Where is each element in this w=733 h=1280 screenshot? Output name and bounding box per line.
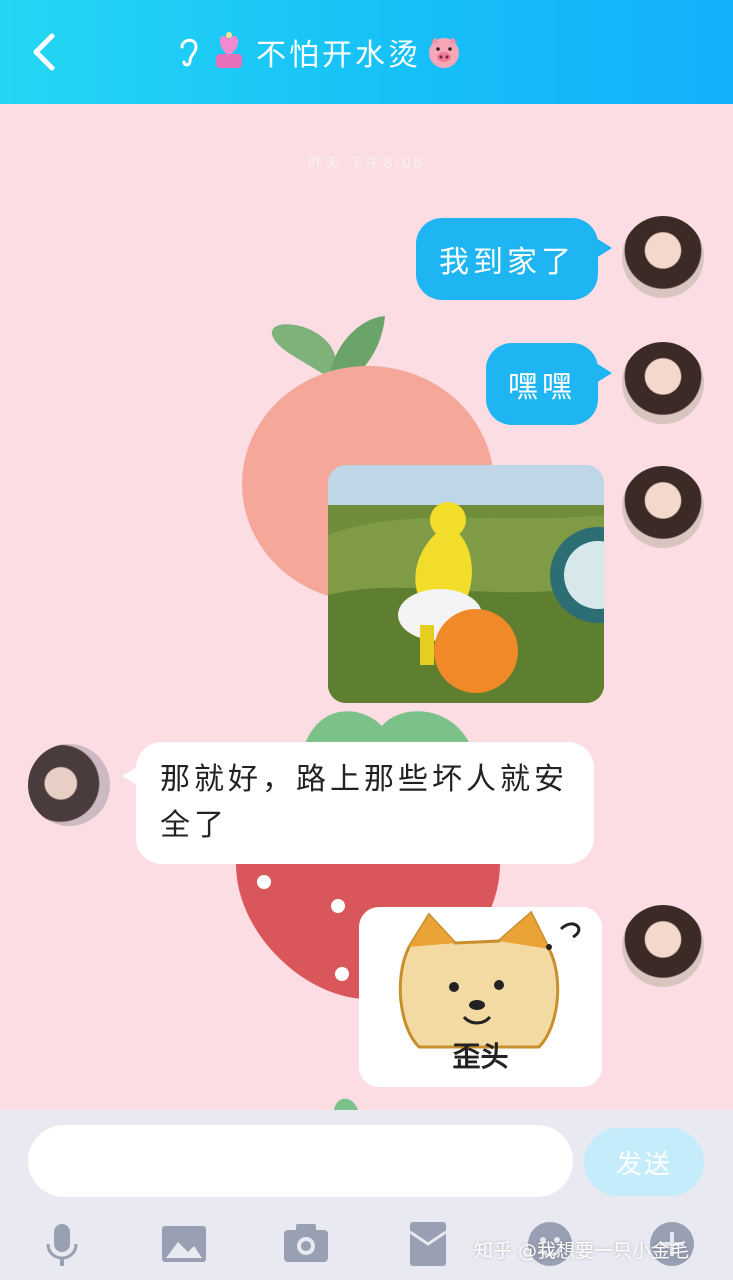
zhihu-watermark: 知乎 @我想要一只小金毛 — [474, 1240, 690, 1262]
bubble-tail — [596, 238, 612, 258]
camera-icon[interactable] — [280, 1218, 332, 1270]
sent-image-message[interactable] — [328, 465, 604, 703]
sticker-caption: 歪头 — [452, 1040, 509, 1073]
chat-title: 不怕开水烫 — [176, 28, 463, 76]
send-button[interactable]: 发送 — [584, 1128, 704, 1196]
chat-header: 不怕开水烫 — [0, 0, 733, 104]
message-input[interactable] — [28, 1125, 573, 1197]
bubble-tail — [596, 363, 612, 383]
back-icon[interactable] — [22, 28, 66, 76]
sent-message-bubble[interactable]: 我到家了 — [416, 218, 598, 300]
red-packet-icon[interactable] — [402, 1218, 454, 1270]
contact-avatar[interactable] — [28, 744, 110, 826]
sent-message-bubble[interactable]: 嘿嘿 — [486, 343, 598, 425]
message-timestamp: 昨天 下午8:06 — [308, 154, 425, 172]
sent-sticker-message[interactable]: 歪头 — [359, 907, 602, 1087]
teletubby-image — [328, 465, 604, 703]
heart-trophy-icon — [216, 32, 242, 68]
ear-icon — [180, 38, 198, 67]
message-text: 嘿嘿 — [508, 370, 576, 405]
microphone-icon[interactable] — [36, 1218, 88, 1270]
self-avatar[interactable] — [622, 342, 704, 424]
message-text: 那就好，路上那些坏人就安全了 — [160, 762, 568, 843]
received-message-bubble[interactable]: 那就好，路上那些坏人就安全了 — [136, 742, 594, 864]
pig-face-icon — [429, 37, 459, 68]
image-icon[interactable] — [158, 1218, 210, 1270]
chat-area[interactable]: 昨天 下午8:06 我到家了 嘿嘿 那就好，路上那些坏人就安全了 歪头 — [0, 104, 733, 1110]
message-text: 我到家了 — [439, 245, 575, 280]
composer-bar: 发送 — [0, 1110, 733, 1210]
self-avatar[interactable] — [622, 466, 704, 548]
self-avatar[interactable] — [622, 216, 704, 298]
chat-title-text: 不怕开水烫 — [256, 38, 421, 73]
self-avatar[interactable] — [622, 905, 704, 987]
